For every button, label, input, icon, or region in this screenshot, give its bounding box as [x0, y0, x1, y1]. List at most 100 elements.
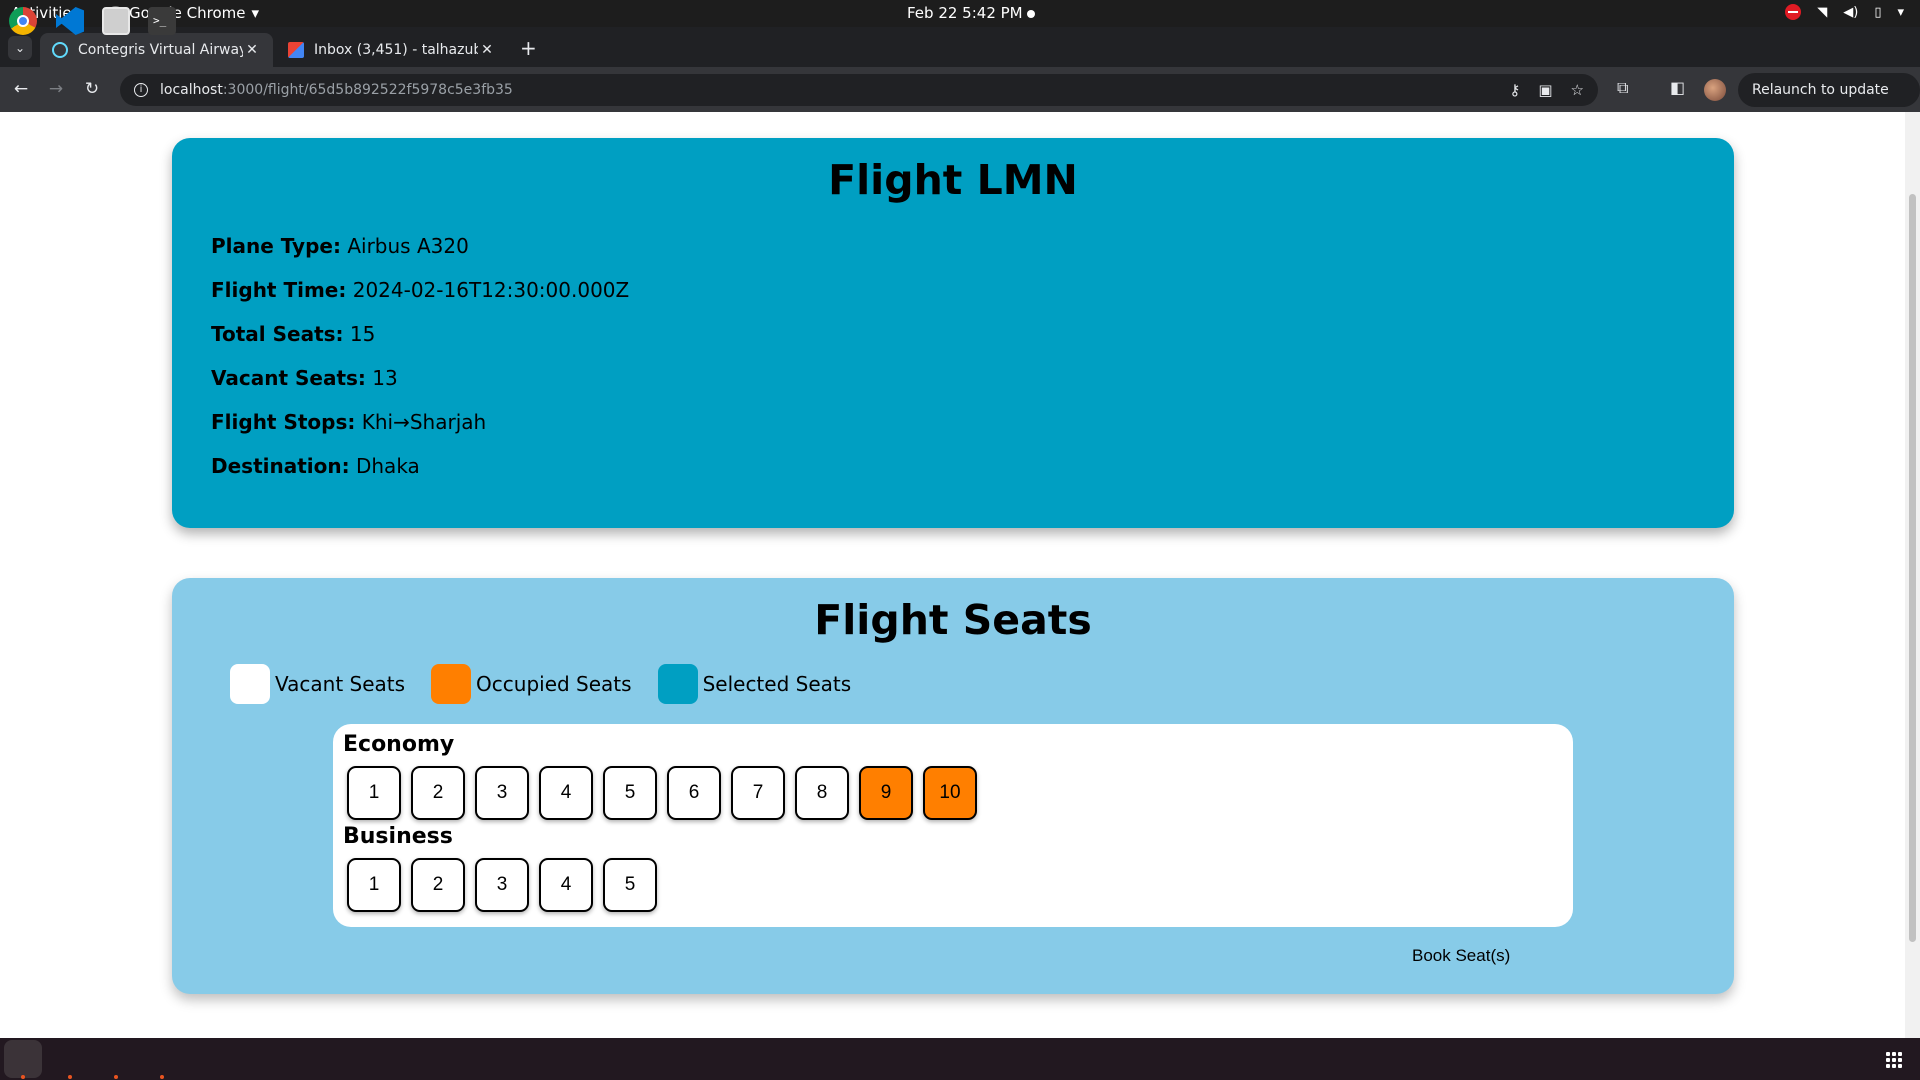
- detail-label: Total Seats:: [211, 322, 344, 346]
- close-icon[interactable]: ✕: [243, 42, 261, 58]
- url-host: localhost: [160, 82, 223, 98]
- detail-value: 2024-02-16T12:30:00.000Z: [352, 278, 630, 302]
- terminal-dock-icon[interactable]: >_: [148, 7, 176, 35]
- do-not-disturb-icon[interactable]: [1785, 4, 1802, 20]
- notification-dot-icon: [1027, 10, 1035, 18]
- browser-toolbar: ← → ↻ i localhost:3000/flight/65d5b89252…: [0, 67, 1920, 132]
- scrollbar-thumb[interactable]: [1909, 194, 1916, 942]
- address-bar[interactable]: i localhost:3000/flight/65d5b892522f5978…: [120, 74, 1598, 106]
- book-seats-button[interactable]: Book Seat(s): [1412, 946, 1510, 966]
- key-icon[interactable]: ⚷: [1509, 81, 1520, 99]
- detail-plane-type: Plane Type: Airbus A320: [211, 234, 629, 278]
- running-indicator-icon: [160, 1075, 164, 1079]
- seat-economy-1[interactable]: 1: [347, 766, 401, 820]
- seat-economy-3[interactable]: 3: [475, 766, 529, 820]
- detail-label: Flight Time:: [211, 278, 347, 302]
- class-label-economy: Economy: [343, 732, 455, 757]
- detail-total-seats: Total Seats: 15: [211, 322, 629, 366]
- extensions-icon[interactable]: ⧉: [1617, 78, 1628, 98]
- wifi-icon[interactable]: ◥: [1817, 5, 1827, 20]
- profile-avatar[interactable]: [1704, 79, 1726, 101]
- close-icon[interactable]: ✕: [478, 42, 496, 58]
- app-menu[interactable]: Google Chrome ▾: [108, 4, 259, 22]
- detail-value: 13: [372, 366, 398, 390]
- chrome-dock-icon[interactable]: [9, 7, 37, 35]
- side-panel-icon[interactable]: ◧: [1670, 78, 1685, 97]
- tab-contegris[interactable]: Contegris Virtual Airways ✕: [40, 33, 273, 67]
- legend-swatch-occupied: [431, 664, 472, 704]
- seat-economy-4[interactable]: 4: [539, 766, 593, 820]
- tray-menu-chevron-icon[interactable]: ▾: [1897, 5, 1904, 20]
- detail-flight-time: Flight Time: 2024-02-16T12:30:00.000Z: [211, 278, 629, 322]
- seat-business-2[interactable]: 2: [411, 858, 465, 912]
- seat-business-1[interactable]: 1: [347, 858, 401, 912]
- install-app-icon[interactable]: ▣: [1538, 81, 1552, 99]
- site-info-icon[interactable]: i: [134, 83, 148, 97]
- system-tray[interactable]: ◥ ◀) ▯ ▾: [1785, 4, 1904, 20]
- seat-business-5[interactable]: 5: [603, 858, 657, 912]
- detail-flight-stops: Flight Stops: Khi→Sharjah: [211, 410, 629, 454]
- legend-label: Occupied Seats: [476, 672, 632, 696]
- show-apps-icon[interactable]: [1886, 1052, 1902, 1068]
- seat-economy-5[interactable]: 5: [603, 766, 657, 820]
- taskbar: [0, 1038, 1920, 1080]
- page-scrollbar[interactable]: [1905, 112, 1920, 1038]
- active-app-highlight: [4, 1040, 42, 1078]
- running-indicator-icon: [21, 1075, 25, 1079]
- seat-map: Economy 1 2 3 4 5 6 7 8 9 10 Business 12345: [333, 724, 1573, 927]
- battery-icon[interactable]: ▯: [1874, 5, 1881, 20]
- seat-business-4[interactable]: 4: [539, 858, 593, 912]
- new-tab-button[interactable]: +: [520, 38, 537, 58]
- legend-selected: Selected Seats: [657, 664, 851, 704]
- detail-value: Airbus A320: [347, 234, 469, 258]
- app-menu-label: Google Chrome: [129, 4, 246, 22]
- files-dock-icon[interactable]: [102, 7, 130, 35]
- running-indicator-icon: [114, 1075, 118, 1079]
- legend-label: Vacant Seats: [275, 672, 406, 696]
- detail-vacant-seats: Vacant Seats: 13: [211, 366, 629, 410]
- chevron-down-icon: ▾: [251, 4, 260, 22]
- seat-economy-10[interactable]: 10: [923, 766, 977, 820]
- seat-legend: Vacant Seats Occupied Seats Selected Sea…: [230, 664, 877, 704]
- tab-strip: ⌄ Contegris Virtual Airways ✕ Inbox (3,4…: [0, 27, 1920, 67]
- clock[interactable]: Feb 22 5:42 PM: [907, 4, 1023, 22]
- seat-row-business: 12345: [347, 858, 667, 912]
- reload-icon[interactable]: ↻: [80, 77, 104, 101]
- legend-occupied: Occupied Seats: [431, 664, 632, 704]
- legend-swatch-selected: [657, 664, 698, 704]
- seat-economy-8[interactable]: 8: [795, 766, 849, 820]
- tab-gmail[interactable]: Inbox (3,451) - talhazubair ✕: [276, 33, 508, 67]
- seat-row-economy: 1 2 3 4 5 6 7 8 9 10: [347, 766, 987, 820]
- tab-title: Contegris Virtual Airways: [78, 42, 243, 58]
- omnibox-icons: ⚷ ▣ ☆: [1509, 81, 1584, 99]
- detail-label: Plane Type:: [211, 234, 341, 258]
- volume-icon[interactable]: ◀): [1843, 5, 1858, 20]
- relaunch-button[interactable]: Relaunch to update ⋮: [1738, 73, 1920, 132]
- system-top-bar: Activities Google Chrome ▾ Feb 22 5:42 P…: [0, 0, 1920, 27]
- flight-title: Flight LMN: [828, 156, 1078, 204]
- back-icon[interactable]: ←: [9, 77, 33, 101]
- detail-label: Destination:: [211, 454, 350, 478]
- seat-business-3[interactable]: 3: [475, 858, 529, 912]
- page-content: Flight LMN Plane Type: Airbus A320 Fligh…: [0, 112, 1920, 1038]
- tab-search-button[interactable]: ⌄: [8, 36, 32, 60]
- bookmark-star-icon[interactable]: ☆: [1571, 81, 1584, 99]
- detail-destination: Destination: Dhaka: [211, 454, 629, 498]
- flight-info-card: Flight LMN Plane Type: Airbus A320 Fligh…: [172, 138, 1734, 528]
- url-path: :3000/flight/65d5b892522f5978c5e3fb35: [222, 82, 513, 98]
- detail-label: Vacant Seats:: [211, 366, 366, 390]
- legend-vacant: Vacant Seats: [230, 664, 405, 704]
- legend-swatch-vacant: [230, 664, 270, 704]
- detail-label: Flight Stops:: [211, 410, 356, 434]
- flight-details: Plane Type: Airbus A320 Flight Time: 202…: [211, 234, 629, 498]
- forward-icon[interactable]: →: [44, 77, 68, 101]
- seats-title: Flight Seats: [814, 596, 1092, 644]
- detail-value: Khi→Sharjah: [361, 410, 487, 434]
- seat-economy-6[interactable]: 6: [667, 766, 721, 820]
- running-indicator-icon: [68, 1075, 72, 1079]
- class-label-business: Business: [343, 824, 453, 849]
- seat-economy-9[interactable]: 9: [859, 766, 913, 820]
- seat-economy-7[interactable]: 7: [731, 766, 785, 820]
- detail-value: 15: [349, 322, 376, 346]
- seat-economy-2[interactable]: 2: [411, 766, 465, 820]
